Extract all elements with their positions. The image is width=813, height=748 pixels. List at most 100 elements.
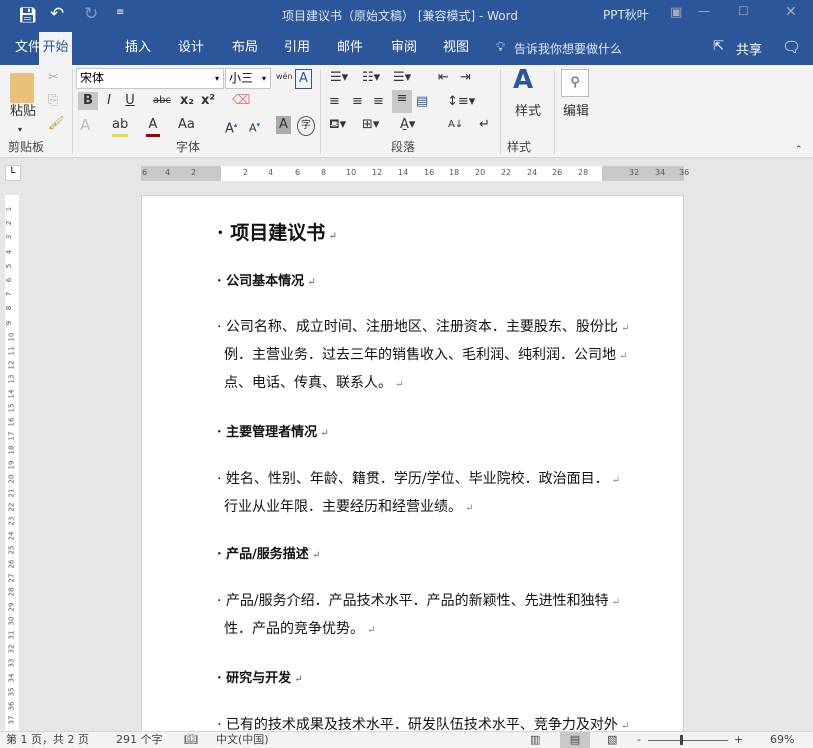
superscript-button[interactable]: x² <box>201 92 215 110</box>
increase-indent-icon[interactable]: ⇥ <box>460 69 471 87</box>
paste-dropdown-icon[interactable]: ▾ <box>18 121 22 139</box>
tab-layout[interactable]: 布局 <box>222 32 268 65</box>
ruler-tick-label: 32 <box>629 168 639 177</box>
maximize-icon[interactable]: ☐ <box>738 4 749 18</box>
paste-icon[interactable] <box>10 73 34 103</box>
font-name-value: 宋体 <box>80 71 104 85</box>
line-text: 公司名称、成立时间、注册地区、注册资本．主要股东、股份比 <box>226 319 618 335</box>
share-button[interactable]: 共享 <box>736 39 762 58</box>
text-effects-icon[interactable]: A <box>80 116 90 134</box>
comment-icon[interactable]: 🗨︎ <box>782 38 801 56</box>
ruler-tick-label: 12 <box>372 168 382 177</box>
paragraph-mark: ↵ <box>304 277 316 288</box>
tab-selector[interactable]: L <box>5 165 21 181</box>
group-font-label: 字体 <box>176 138 200 155</box>
bold-button[interactable]: B <box>78 92 98 110</box>
vruler-tick: 14 <box>7 389 15 398</box>
find-icon[interactable]: ⚲ <box>561 69 589 97</box>
tell-me-box[interactable]: 告诉我你想要做什么 <box>514 40 622 57</box>
borders-icon[interactable]: ⊞▾ <box>362 116 379 134</box>
page-count[interactable]: 第 1 页，共 2 页 <box>6 732 89 748</box>
distributed-icon[interactable]: ▤ <box>416 93 428 111</box>
sort-icon[interactable]: A↓ <box>448 116 463 134</box>
word-count[interactable]: 291 个字 <box>116 732 163 748</box>
font-size-combo[interactable]: 小三▾ <box>225 68 271 89</box>
styles-button[interactable]: 样式 <box>515 103 541 121</box>
tab-view[interactable]: 视图 <box>433 32 479 65</box>
redo-icon[interactable]: ↻ <box>84 4 98 24</box>
ribbon-display-icon[interactable]: ▣ <box>670 5 682 20</box>
numbering-icon[interactable]: ☷▾ <box>362 69 380 87</box>
align-right-icon[interactable]: ≡ <box>373 93 384 111</box>
strikethrough-button[interactable]: abc <box>153 92 171 110</box>
vertical-ruler[interactable]: 1234567891011121314151617181920212223242… <box>5 195 19 731</box>
italic-button[interactable]: I <box>101 92 117 110</box>
tab-insert[interactable]: 插入 <box>115 32 161 65</box>
zoom-out-button[interactable]: - <box>637 732 641 748</box>
copy-icon[interactable]: ⎘ <box>48 92 58 110</box>
paragraph-mark: ↵ <box>462 503 474 514</box>
highlight-icon[interactable]: ab <box>112 116 128 137</box>
bullets-icon[interactable]: ☰▾ <box>330 69 348 87</box>
ruler-tick-label: 2 <box>243 168 248 177</box>
read-mode-icon[interactable]: ▥ <box>530 732 540 748</box>
print-layout-icon[interactable]: ▤ <box>560 732 590 748</box>
horizontal-ruler[interactable]: 642246810121416182022242628323436 <box>141 166 684 181</box>
subscript-button[interactable]: x₂ <box>180 92 194 110</box>
language[interactable]: 中文(中国) <box>216 732 269 748</box>
align-center-icon[interactable]: ≡ <box>352 93 363 111</box>
grow-font-icon[interactable]: A▴ <box>225 116 237 138</box>
clear-formatting-icon[interactable]: ⌫ <box>232 92 250 110</box>
paste-button[interactable]: 粘贴 <box>10 103 36 121</box>
character-shading-icon[interactable]: A <box>276 116 291 134</box>
editing-button[interactable]: 编辑 <box>563 103 589 121</box>
proofing-icon[interactable]: 📖︎ <box>184 732 198 748</box>
undo-icon[interactable]: ↶ <box>50 4 64 24</box>
enclose-characters-icon[interactable]: 字 <box>297 116 315 136</box>
format-painter-icon[interactable]: 🖌︎ <box>48 115 65 133</box>
multilevel-list-icon[interactable]: ☰▾ <box>393 69 411 87</box>
vruler-tick: 28 <box>7 588 15 597</box>
shrink-font-icon[interactable]: A▾ <box>249 116 260 138</box>
justify-icon[interactable]: ≡ <box>392 90 412 113</box>
user-name[interactable]: PPT秋叶 <box>603 6 649 23</box>
collapse-ribbon-icon[interactable]: ⌃ <box>795 141 803 159</box>
zoom-in-button[interactable]: + <box>734 732 743 748</box>
web-layout-icon[interactable]: ▧ <box>607 732 617 748</box>
zoom-slider[interactable] <box>648 740 728 741</box>
customize-qat-icon[interactable]: ≡ <box>116 7 124 18</box>
vruler-tick: 32 <box>7 645 15 654</box>
group-styles-label: 样式 <box>507 138 531 155</box>
align-left-icon[interactable]: ≡ <box>329 93 340 111</box>
tab-references[interactable]: 引用 <box>274 32 320 65</box>
zoom-level[interactable]: 69% <box>770 732 794 748</box>
share-icon[interactable]: ⇱ <box>713 39 724 54</box>
styles-icon[interactable]: A <box>513 71 533 89</box>
chinese-layout-icon[interactable]: A̱▾ <box>400 116 415 134</box>
close-icon[interactable]: ✕ <box>785 4 797 20</box>
character-border-icon[interactable]: A <box>295 69 312 89</box>
zoom-slider-thumb[interactable] <box>680 735 683 745</box>
vruler-tick: 30 <box>7 616 15 625</box>
change-case-button[interactable]: Aa <box>178 116 195 134</box>
show-marks-icon[interactable]: ↵ <box>479 116 490 134</box>
font-color-icon[interactable]: A <box>146 116 160 137</box>
underline-button[interactable]: U <box>122 92 138 110</box>
cut-icon[interactable]: ✂ <box>48 69 59 87</box>
ruler-tick-label: 36 <box>679 168 689 177</box>
tab-design[interactable]: 设计 <box>168 32 214 65</box>
tab-home[interactable]: 开始 <box>39 32 72 65</box>
vruler-tick: 21 <box>7 489 15 498</box>
tab-mailings[interactable]: 邮件 <box>327 32 373 65</box>
shading-icon[interactable]: ⛾▾ <box>329 116 346 134</box>
tab-review[interactable]: 审阅 <box>381 32 427 65</box>
font-name-combo[interactable]: 宋体▾ <box>76 68 224 89</box>
phonetic-guide-icon[interactable]: wén <box>276 68 293 86</box>
minimize-icon[interactable]: — <box>698 4 710 18</box>
line-spacing-icon[interactable]: ↕≡▾ <box>447 93 475 111</box>
ruler-tick-label: 4 <box>165 168 170 177</box>
vruler-tick: 7 <box>5 292 13 296</box>
decrease-indent-icon[interactable]: ⇤ <box>438 69 449 87</box>
save-icon[interactable]: 💾︎ <box>18 6 37 24</box>
title-text: 项目建议书 <box>230 222 325 244</box>
